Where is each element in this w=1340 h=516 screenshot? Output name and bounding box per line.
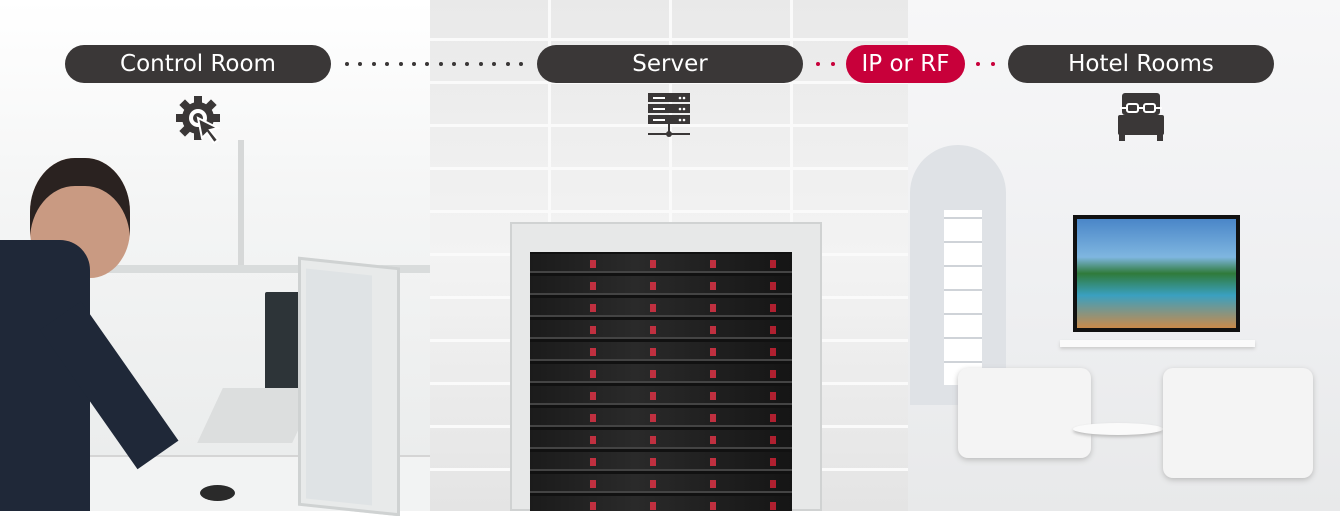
ip-or-rf-label: IP or RF	[846, 45, 965, 83]
gear-cursor-icon	[176, 96, 221, 145]
armchair-right	[1163, 368, 1313, 478]
coffee-table	[1073, 423, 1163, 435]
monitor-screen	[306, 268, 372, 506]
hotel-rooms-label: Hotel Rooms	[1008, 45, 1274, 83]
mouse	[200, 485, 235, 501]
bed-icon	[1118, 93, 1164, 141]
armchair-left	[958, 368, 1091, 458]
window-panes	[944, 210, 982, 385]
tv-screen	[1077, 219, 1236, 328]
connector-dots-red	[816, 62, 835, 66]
server-label: Server	[537, 45, 803, 83]
tv-shelf	[1060, 340, 1255, 347]
server-cabinet	[510, 222, 822, 511]
window-frame	[238, 140, 244, 270]
tv	[1073, 215, 1240, 332]
connector-dots-red	[976, 62, 995, 66]
connector-dots	[345, 62, 523, 66]
server-network-icon	[648, 93, 690, 137]
control-room-label: Control Room	[65, 45, 331, 83]
server-rack	[530, 252, 792, 511]
